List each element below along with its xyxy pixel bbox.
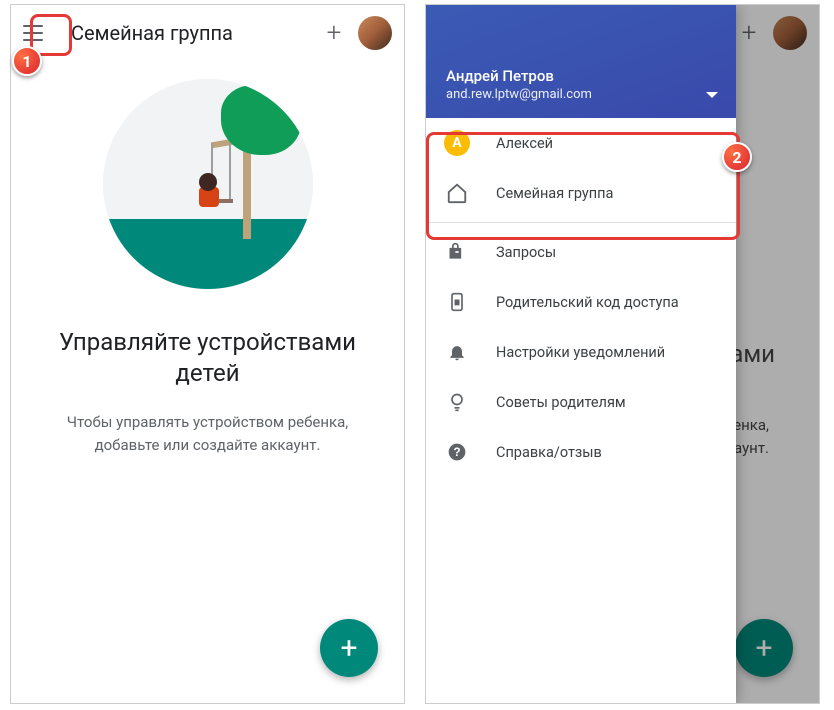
drawer-item-label: Советы родителям	[496, 394, 626, 411]
nav-drawer: Андрей Петров and.rew.lptw@gmail.com А А…	[426, 5, 736, 703]
bag-icon	[444, 239, 470, 265]
drawer-item-label: Справка/отзыв	[496, 444, 602, 461]
menu-icon[interactable]	[23, 19, 51, 47]
child-avatar-icon: А	[444, 130, 470, 156]
drawer-item-label: Запросы	[496, 244, 556, 261]
account-email: and.rew.lptw@gmail.com	[446, 87, 716, 102]
phone-screen-main: Семейная группа + Управляйте устройствам…	[10, 4, 405, 704]
lightbulb-icon	[444, 389, 470, 415]
avatar[interactable]	[358, 16, 392, 50]
phone-screen-drawer: + твами ребенка, аунт. + Андрей Петров a…	[425, 4, 820, 704]
home-icon	[444, 180, 470, 206]
annotation-badge-1: 1	[12, 46, 42, 76]
chevron-down-icon	[706, 92, 718, 98]
drawer-item-notifications[interactable]: Настройки уведомлений	[426, 327, 736, 377]
bell-icon	[444, 339, 470, 365]
fab-add-button[interactable]: +	[320, 619, 378, 677]
drawer-item-label: Родительский код доступа	[496, 294, 679, 311]
drawer-account-header[interactable]: Андрей Петров and.rew.lptw@gmail.com	[426, 5, 736, 118]
drawer-item-label: Алексей	[496, 135, 553, 152]
svg-text:?: ?	[453, 446, 460, 459]
drawer-item-parent-code[interactable]: Родительский код доступа	[426, 277, 736, 327]
drawer-item-family-group[interactable]: Семейная группа	[426, 168, 736, 218]
headline: Управляйте устройствами детей	[41, 327, 374, 389]
drawer-item-label: Семейная группа	[496, 185, 613, 202]
help-icon: ?	[444, 439, 470, 465]
page-title: Семейная группа	[71, 21, 314, 45]
appbar: Семейная группа +	[11, 5, 404, 61]
add-button[interactable]: +	[314, 18, 354, 48]
lock-phone-icon	[444, 289, 470, 315]
drawer-item-tips[interactable]: Советы родителям	[426, 377, 736, 427]
divider	[426, 222, 736, 223]
account-name: Андрей Петров	[446, 67, 716, 85]
drawer-item-help[interactable]: ? Справка/отзыв	[426, 427, 736, 477]
drawer-item-requests[interactable]: Запросы	[426, 227, 736, 277]
illustration	[11, 79, 404, 289]
subline: Чтобы управлять устройством ребенка, доб…	[47, 411, 368, 456]
drawer-item-child[interactable]: А Алексей	[426, 118, 736, 168]
annotation-badge-2: 2	[722, 142, 752, 172]
drawer-item-label: Настройки уведомлений	[496, 344, 665, 361]
